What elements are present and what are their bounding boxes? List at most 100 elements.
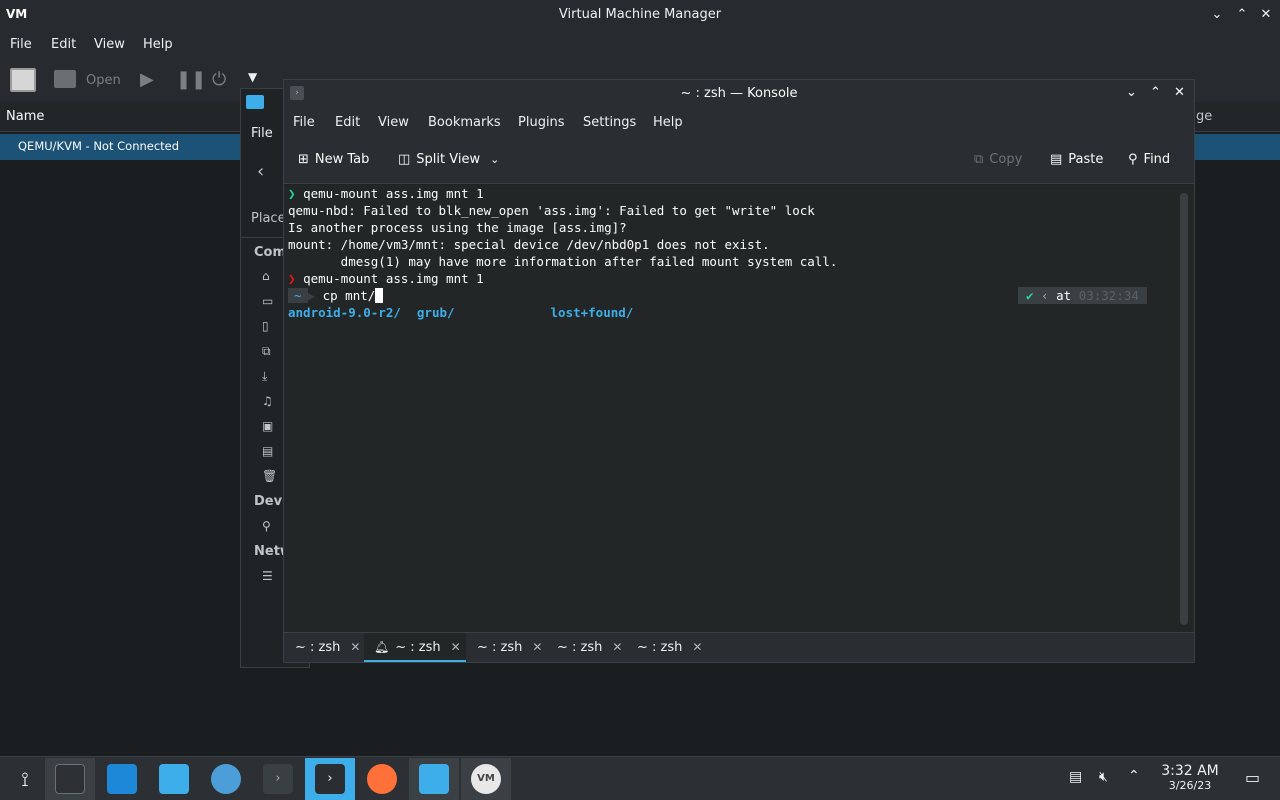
music-icon[interactable]: ♫ [262, 394, 273, 408]
terminal-view[interactable]: ❯ qemu-mount ass.img mnt 1 qemu-nbd: Fai… [284, 185, 1194, 632]
trash-icon[interactable]: 🗑 [262, 469, 277, 483]
power-icon[interactable]: ⏻ [212, 69, 226, 90]
current-prompt-line: ~ ▶ cp mnt/ [288, 287, 383, 304]
monitor-icon [54, 70, 76, 88]
completion-item: lost+found/ [550, 305, 634, 320]
chevron-up-icon[interactable]: ⌃ [1128, 768, 1140, 784]
taskbar-discover[interactable] [97, 758, 147, 800]
maximize-button[interactable]: ⌃ [1233, 6, 1251, 24]
connection-label: QEMU/KVM - Not Connected [18, 139, 180, 153]
clock-time: 3:32 AM [1161, 763, 1219, 779]
name-column-header[interactable]: Name [6, 109, 44, 124]
open-button[interactable]: Open [86, 73, 121, 88]
copy-button[interactable]: ⧉ Copy [974, 152, 1022, 167]
konsole-minimize-button[interactable]: ⌄ [1126, 85, 1137, 100]
right-prompt-at: at [1056, 288, 1072, 303]
konsole-titlebar: › ~ : zsh — Konsole ⌄ ⌃ ✕ [284, 80, 1194, 108]
sliders-icon [55, 764, 85, 794]
konsole-tabbar: ~ : zsh ✕ 🔔︎ ~ : zsh ✕ ~ : zsh ✕ ~ : zsh ✕ ~ … [284, 632, 1194, 662]
taskbar-konsole-active[interactable]: › [305, 758, 355, 800]
videos-icon[interactable]: ▤ [262, 444, 273, 458]
konsole-menu-settings[interactable]: Settings [583, 115, 636, 130]
taskbar-vmm[interactable]: VM [461, 758, 511, 800]
completion-item: android-9.0-r2/ [288, 305, 401, 320]
terminal-line: ❯ qemu-mount ass.img mnt 1 [288, 186, 484, 201]
terminal-tab[interactable]: ~ : zsh ✕ [466, 633, 546, 662]
run-icon[interactable]: ▶ [140, 69, 154, 90]
pause-icon[interactable]: ❚❚ [176, 69, 206, 90]
taskbar-konsole[interactable]: › [253, 758, 303, 800]
terminal-icon: › [315, 764, 345, 794]
close-button[interactable]: ✕ [1257, 6, 1275, 24]
close-tab-icon: ✕ [612, 640, 623, 654]
terminal-icon: › [263, 764, 293, 794]
show-desktop-icon[interactable]: ▭ [1245, 768, 1260, 787]
split-view-button[interactable]: ◫ Split View ⌄ [398, 152, 499, 167]
section-computer: Com [254, 245, 287, 260]
network-icon[interactable]: ☰ [262, 569, 273, 583]
power-dropdown-icon[interactable]: ▼ [248, 70, 257, 84]
usage-column-header[interactable]: ge [1196, 109, 1212, 124]
konsole-menu-view[interactable]: View [378, 115, 409, 130]
terminal-scrollbar[interactable] [1180, 193, 1188, 625]
konsole-close-button[interactable]: ✕ [1174, 85, 1185, 100]
desktop-icon[interactable]: ▭ [262, 294, 273, 308]
right-prompt: ✔ ‹ at 03:32:34 [1018, 287, 1147, 304]
taskbar-firefox[interactable] [357, 758, 407, 800]
terminal-tab[interactable]: ~ : zsh ✕ [284, 633, 364, 662]
home-icon[interactable]: ⌂ [262, 269, 270, 283]
copy-label: Copy [989, 152, 1023, 167]
konsole-toolbar: ⊞ New Tab ◫ Split View ⌄ ⧉ Copy ▤ Paste … [284, 138, 1194, 184]
clock[interactable]: 3:32 AM 3/26/23 [1150, 763, 1230, 792]
pictures-icon[interactable]: ▣ [262, 419, 273, 433]
new-vm-icon[interactable] [10, 68, 36, 92]
gear-icon [211, 764, 241, 794]
new-tab-button[interactable]: ⊞ New Tab [298, 152, 369, 167]
find-button[interactable]: ⚲ Find [1128, 152, 1170, 167]
right-prompt-time: 03:32:34 [1078, 288, 1139, 303]
menu-view[interactable]: View [94, 37, 125, 52]
documents-icon[interactable]: ▯ [262, 319, 269, 333]
paste-icon: ▤ [1050, 152, 1063, 167]
taskbar-dolphin[interactable] [149, 758, 199, 800]
close-tab-icon: ✕ [532, 640, 543, 654]
completion-item: grub/ [416, 305, 455, 320]
terminal-tab[interactable]: ~ : zsh ✕ [546, 633, 626, 662]
terminal-line: ❯ qemu-mount ass.img mnt 1 [288, 271, 484, 286]
copy-icon[interactable]: ⧉ [262, 344, 271, 359]
taskbar-settings[interactable] [201, 758, 251, 800]
menu-file[interactable]: File [10, 37, 32, 52]
completion-list: android-9.0-r2/grub/lost+found/ [288, 304, 633, 321]
konsole-menu-help[interactable]: Help [653, 115, 683, 130]
launcher-icon: ⟟ [21, 767, 29, 791]
menu-edit[interactable]: Edit [51, 37, 76, 52]
paste-button[interactable]: ▤ Paste [1050, 152, 1103, 167]
split-view-icon: ◫ [398, 152, 411, 167]
taskbar-system-settings[interactable] [45, 758, 95, 800]
konsole-menu-plugins[interactable]: Plugins [518, 115, 565, 130]
downloads-icon[interactable]: ⤓ [262, 369, 267, 384]
usb-icon[interactable]: ⚲ [262, 519, 271, 533]
chevron-down-icon: ⌄ [490, 153, 500, 166]
minimize-button[interactable]: ⌄ [1208, 6, 1226, 24]
terminal-tab-active[interactable]: 🔔︎ ~ : zsh ✕ [364, 633, 466, 662]
konsole-menu-file[interactable]: File [293, 115, 315, 130]
split-view-label: Split View [416, 152, 481, 167]
terminal-tab[interactable]: ~ : zsh ✕ [626, 633, 706, 662]
taskbar-home-folder[interactable] [409, 758, 459, 800]
konsole-menu-edit[interactable]: Edit [335, 115, 360, 130]
fm-menu-file[interactable]: File [251, 126, 273, 141]
back-icon[interactable]: ‹ [257, 161, 264, 182]
app-launcher-button[interactable]: ⟟ [0, 758, 50, 800]
konsole-maximize-button[interactable]: ⌃ [1150, 85, 1161, 100]
volume-muted-icon[interactable]: 🔇︎ [1099, 769, 1108, 785]
menu-help[interactable]: Help [143, 37, 173, 52]
konsole-menu-bookmarks[interactable]: Bookmarks [428, 115, 501, 130]
vmm-title: Virtual Machine Manager [558, 7, 722, 22]
clipboard-icon[interactable]: ▤ [1069, 769, 1082, 785]
vmm-titlebar: VM Virtual Machine Manager ⌄ ⌃ ✕ [0, 0, 1280, 30]
taskbar: ⟟ › › VM ▤ 🔇︎ ⌃ 3:32 AM 3/26/23 ▭ [0, 756, 1280, 800]
store-icon [107, 764, 137, 794]
prompt-dir-segment: ~ [288, 288, 308, 303]
close-tab-icon: ✕ [692, 640, 703, 654]
